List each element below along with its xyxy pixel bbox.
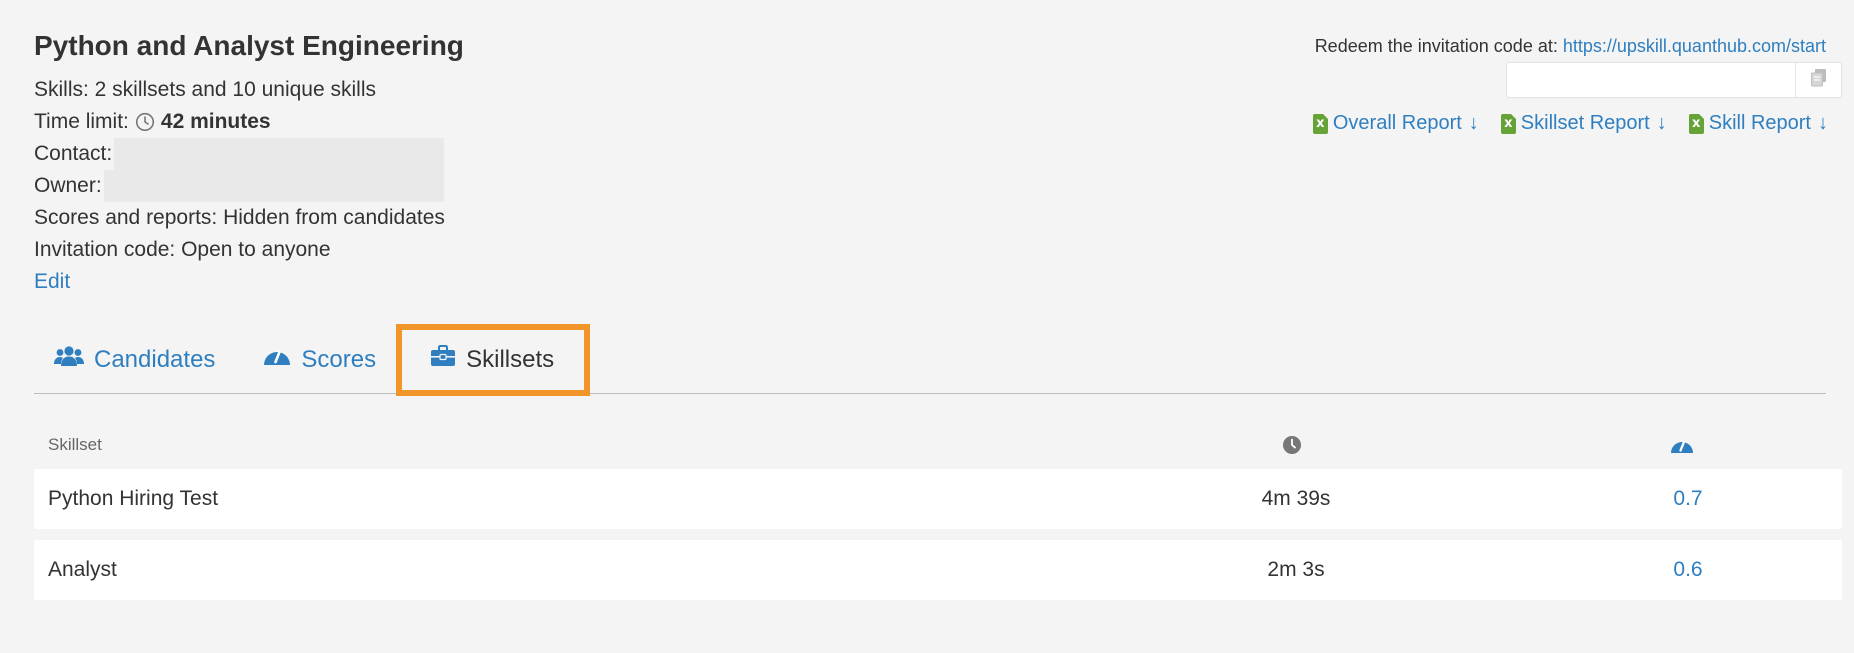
skillset-name: Python Hiring Test xyxy=(48,487,219,510)
edit-link[interactable]: Edit xyxy=(34,270,70,293)
download-arrow-icon: ↓ xyxy=(1656,112,1667,134)
download-arrow-icon: ↓ xyxy=(1468,112,1479,134)
report-links: x Overall Report ↓ x Skillset Report ↓ x… xyxy=(1312,112,1828,135)
toolbox-icon xyxy=(430,345,456,374)
tab-scores[interactable]: Scores xyxy=(263,326,376,394)
time-limit-label: Time limit: xyxy=(34,110,129,133)
skillset-report-link[interactable]: x Skillset Report ↓ xyxy=(1500,112,1667,135)
invitation-code-box xyxy=(1506,62,1842,98)
redeem-url-link[interactable]: https://upskill.quanthub.com/start xyxy=(1563,36,1826,56)
invitation-code-status: Invitation code: Open to anyone xyxy=(34,238,331,261)
redeem-label: Redeem the invitation code at: xyxy=(1314,36,1558,56)
overall-report-label: Overall Report xyxy=(1332,112,1462,134)
time-limit-value: 42 minutes xyxy=(160,110,271,133)
skill-report-link[interactable]: x Skill Report ↓ xyxy=(1688,112,1828,135)
skillset-score-link[interactable]: 0.7 xyxy=(1608,487,1768,511)
excel-icon: x xyxy=(1688,113,1704,134)
tab-bar: Candidates Scores Skillsets xyxy=(34,323,1826,396)
skillsets-table-header: Skillset xyxy=(34,430,1842,460)
page-title: Python and Analyst Engineering xyxy=(34,30,464,61)
clock-icon xyxy=(1282,435,1302,460)
download-arrow-icon: ↓ xyxy=(1818,112,1828,134)
contact-label: Contact: xyxy=(34,142,113,165)
tab-skillsets[interactable]: Skillsets xyxy=(396,323,591,396)
skillset-report-label: Skillset Report xyxy=(1520,112,1650,134)
gauge-icon xyxy=(263,345,291,374)
owner-label: Owner: xyxy=(34,174,102,197)
skillset-time: 4m 39s xyxy=(1261,487,1331,510)
table-row: Analyst 2m 3s 0.6 xyxy=(34,540,1842,600)
table-row: Python Hiring Test 4m 39s 0.7 xyxy=(34,469,1842,529)
owner-redacted xyxy=(103,170,444,202)
tab-scores-label: Scores xyxy=(301,345,377,373)
gauge-icon xyxy=(1670,435,1694,460)
copy-icon xyxy=(1810,68,1828,93)
time-limit: Time limit: 42 minutes xyxy=(34,106,554,138)
owner-line: Owner: xyxy=(34,170,554,202)
contact-line: Contact: xyxy=(34,138,554,170)
contact-redacted xyxy=(114,138,445,170)
excel-icon: x xyxy=(1312,113,1328,134)
users-icon xyxy=(54,345,84,374)
invitation-code-input[interactable] xyxy=(1507,63,1795,97)
assessment-page: Python and Analyst Engineering Skills: 2… xyxy=(0,0,1854,653)
skillset-score-link[interactable]: 0.6 xyxy=(1608,558,1768,582)
overall-report-link[interactable]: x Overall Report ↓ xyxy=(1312,112,1479,135)
assessment-info: Python and Analyst Engineering Skills: 2… xyxy=(34,28,554,298)
tab-skillsets-label: Skillsets xyxy=(466,345,555,373)
redeem-text: Redeem the invitation code at: https://u… xyxy=(1315,36,1826,57)
skillset-time: 2m 3s xyxy=(1267,558,1325,581)
tab-candidates-label: Candidates xyxy=(94,345,216,373)
clock-icon xyxy=(135,112,155,132)
skill-report-label: Skill Report xyxy=(1708,112,1811,134)
tab-candidates[interactable]: Candidates xyxy=(54,326,215,394)
column-header-skillset: Skillset xyxy=(48,435,102,454)
excel-icon: x xyxy=(1500,113,1516,134)
scores-visibility: Scores and reports: Hidden from candidat… xyxy=(34,206,445,229)
skillset-name: Analyst xyxy=(48,558,117,581)
skills-summary: Skills: 2 skillsets and 10 unique skills xyxy=(34,78,376,101)
copy-button[interactable] xyxy=(1795,63,1841,97)
